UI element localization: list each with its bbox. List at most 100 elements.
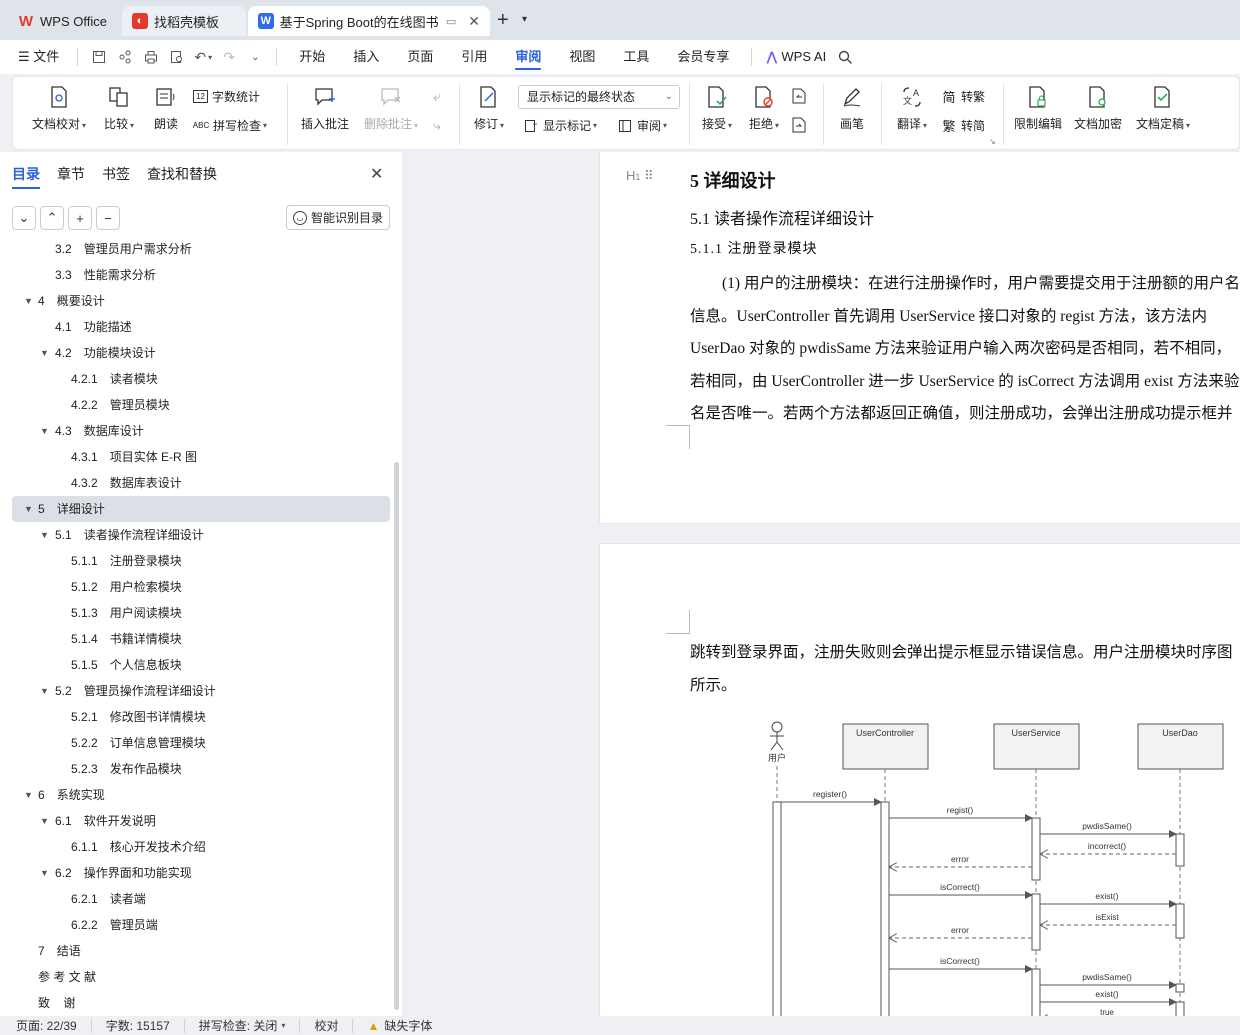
expand-arrow-icon[interactable]: ▼ [40, 340, 49, 366]
new-tab-icon[interactable]: + [497, 9, 509, 32]
menu-member[interactable]: 会员专享 [663, 40, 743, 74]
toc-item[interactable]: ▼ 4 概要设计 [12, 288, 390, 314]
word-count-button[interactable]: 12 字数统计 [193, 88, 260, 105]
accept-button[interactable]: 接受 ▾ [697, 77, 737, 132]
pen-button[interactable]: 画笔 [833, 77, 871, 132]
toc-item[interactable]: 3.2 管理员用户需求分析 [12, 242, 390, 262]
share-icon[interactable] [112, 40, 138, 74]
next-change-icon[interactable] [791, 117, 811, 133]
chevron-down-icon[interactable]: ⌄ [242, 40, 268, 74]
tab-wps-office[interactable]: W WPS Office [8, 6, 120, 36]
insert-comment-button[interactable]: 插入批注 [298, 77, 352, 132]
undo-icon[interactable]: ↶ ▾ [190, 40, 216, 74]
spell-check-button[interactable]: ABC 拼写检查 ▾ [193, 117, 267, 134]
tab-toc[interactable]: 目录 [12, 164, 40, 189]
menu-references[interactable]: 引用 [447, 40, 501, 74]
compare-button[interactable]: 比较 ▾ [99, 77, 139, 132]
to-simplified-button[interactable]: 繁 转简 [941, 117, 985, 134]
proofread-button[interactable]: 文档校对 ▾ [29, 77, 89, 132]
menu-review[interactable]: 审阅 [501, 40, 555, 74]
print-preview-icon[interactable] [164, 40, 190, 74]
toc-item[interactable]: 5.1.3 用户阅读模块 [12, 600, 390, 626]
ribbon-expand-icon[interactable]: ↘ [989, 137, 996, 146]
markup-state-select[interactable]: 显示标记的最终状态 ⌄ [518, 85, 680, 109]
menu-view[interactable]: 视图 [555, 40, 609, 74]
toc-item[interactable]: 5.2.3 发布作品模块 [12, 756, 390, 782]
monitor-icon[interactable]: ▭ [446, 15, 456, 28]
finalize-button[interactable]: 文档定稿 ▾ [1131, 77, 1195, 132]
expand-down-icon[interactable]: ⌄ [12, 206, 36, 230]
toc-item[interactable]: 6.2.2 管理员端 [12, 912, 390, 938]
toc-item[interactable]: ▼ 5.1 读者操作流程详细设计 [12, 522, 390, 548]
tab-chapters[interactable]: 章节 [57, 164, 85, 189]
toc-item[interactable]: ▼ 4.3 数据库设计 [12, 418, 390, 444]
translate-button[interactable]: 文A 翻译 ▾ [891, 77, 933, 132]
tab-find-replace[interactable]: 查找和替换 [147, 164, 217, 189]
sidebar-scrollbar[interactable] [394, 462, 399, 1010]
word-count-status[interactable]: 字数: 15157 [92, 1018, 185, 1033]
tab-bookmarks[interactable]: 书签 [102, 164, 130, 189]
toc-item[interactable]: ▼ 5 详细设计 [12, 496, 390, 522]
toc-item[interactable]: ▼ 6.1 软件开发说明 [12, 808, 390, 834]
encrypt-button[interactable]: 文档加密 [1071, 77, 1125, 132]
toc-item[interactable]: 致 谢 [12, 990, 390, 1016]
print-icon[interactable] [138, 40, 164, 74]
smart-toc-button[interactable]: ◡ 智能识别目录 [286, 205, 390, 230]
expand-arrow-icon[interactable]: ▼ [24, 782, 33, 808]
expand-arrow-icon[interactable]: ▼ [24, 288, 33, 314]
expand-arrow-icon[interactable]: ▼ [40, 860, 49, 886]
menu-tools[interactable]: 工具 [609, 40, 663, 74]
tab-current-document[interactable]: W 基于Spring Boot的在线图书 ▭ ✕ [248, 6, 490, 36]
toc-item[interactable]: 5.1.4 书籍详情模块 [12, 626, 390, 652]
toc-item[interactable]: 6.1.1 核心开发技术介绍 [12, 834, 390, 860]
toc-item[interactable]: 参 考 文 献 [12, 964, 390, 990]
toc-item[interactable]: 5.1.1 注册登录模块 [12, 548, 390, 574]
read-aloud-button[interactable]: 朗读 [148, 77, 184, 132]
expand-arrow-icon[interactable]: ▼ [40, 522, 49, 548]
review-pane-button[interactable]: 审阅 ▾ [617, 117, 667, 134]
heading-marker-icon[interactable]: H1 ⠿ [626, 168, 654, 184]
menu-page[interactable]: 页面 [393, 40, 447, 74]
menu-insert[interactable]: 插入 [339, 40, 393, 74]
toc-item[interactable]: 6.2.1 读者端 [12, 886, 390, 912]
menu-home[interactable]: 开始 [285, 40, 339, 74]
track-changes-button[interactable]: 修订 ▾ [469, 77, 509, 132]
toc-item[interactable]: ▼ 6 系统实现 [12, 782, 390, 808]
close-icon[interactable]: ✕ [468, 13, 480, 30]
expand-arrow-icon[interactable]: ▼ [40, 418, 49, 444]
remove-heading-icon[interactable]: − [96, 206, 120, 230]
spell-check-status[interactable]: 拼写检查: 关闭 ▾ [185, 1018, 301, 1033]
reject-button[interactable]: 拒绝 ▾ [744, 77, 784, 132]
delete-comment-button[interactable]: 删除批注 ▾ [361, 77, 421, 132]
expand-arrow-icon[interactable]: ▼ [40, 808, 49, 834]
proof-status[interactable]: 校对 [300, 1018, 354, 1033]
chevron-down-icon[interactable]: ▾ [522, 14, 527, 25]
redo-icon[interactable]: ↷ [216, 40, 242, 74]
toc-item[interactable]: 5.2.2 订单信息管理模块 [12, 730, 390, 756]
toc-item[interactable]: 5.1.5 个人信息板块 [12, 652, 390, 678]
add-heading-icon[interactable]: + [68, 206, 92, 230]
search-icon[interactable] [832, 40, 858, 74]
tab-daoke-templates[interactable]: ◐ 找稻壳模板 [122, 6, 246, 36]
to-traditional-button[interactable]: 简 转繁 [941, 88, 985, 105]
toc-item[interactable]: 4.2.2 管理员模块 [12, 392, 390, 418]
expand-arrow-icon[interactable]: ▼ [24, 496, 33, 522]
toc-item[interactable]: ▼ 5.2 管理员操作流程详细设计 [12, 678, 390, 704]
wps-ai-button[interactable]: ⋀ WPS AI [760, 40, 832, 74]
collapse-up-icon[interactable]: ⌃ [40, 206, 64, 230]
previous-comment-icon[interactable]: ⤶ [429, 88, 449, 104]
toc-item[interactable]: 3.3 性能需求分析 [12, 262, 390, 288]
toc-item[interactable]: 5.2.1 修改图书详情模块 [12, 704, 390, 730]
missing-font-status[interactable]: ▲ 缺失字体 [353, 1019, 446, 1033]
restrict-edit-button[interactable]: 限制编辑 [1011, 77, 1065, 132]
toc-item[interactable]: 4.2.1 读者模块 [12, 366, 390, 392]
show-markup-button[interactable]: 显示标记 ▾ [523, 117, 597, 134]
save-icon[interactable] [86, 40, 112, 74]
file-menu[interactable]: ☰ 文件 [0, 40, 69, 74]
toc-item[interactable]: ▼ 6.2 操作界面和功能实现 [12, 860, 390, 886]
toc-item[interactable]: 5.1.2 用户检索模块 [12, 574, 390, 600]
expand-arrow-icon[interactable]: ▼ [40, 678, 49, 704]
previous-change-icon[interactable] [791, 88, 811, 104]
toc-item[interactable]: 4.1 功能描述 [12, 314, 390, 340]
toc-item[interactable]: 4.3.2 数据库表设计 [12, 470, 390, 496]
